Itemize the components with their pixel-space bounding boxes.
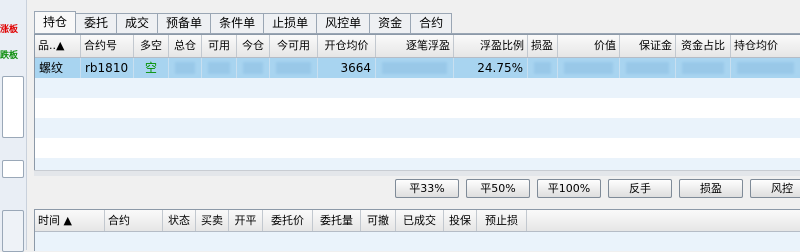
tab-orders[interactable]: 委托 [75, 13, 118, 33]
col-open-close[interactable]: 开平 [229, 210, 263, 231]
col-buy-sell[interactable]: 买卖 [196, 210, 229, 231]
cell-available [202, 58, 237, 78]
positions-header: 品..▲ 合约号 多空 总仓 可用 今仓 今可用 开仓均价 逐笔浮盈 浮盈比例 … [35, 35, 800, 58]
col-direction[interactable]: 多空 [134, 35, 169, 57]
tab-conditional-orders[interactable]: 条件单 [210, 13, 265, 33]
close-33-button[interactable]: 平33% [395, 179, 459, 198]
cell-margin [620, 58, 676, 78]
cell-total [169, 58, 202, 78]
col-today-available[interactable]: 今可用 [270, 35, 318, 57]
side-panel-button[interactable] [2, 160, 24, 178]
tab-contracts[interactable]: 合约 [410, 13, 453, 33]
cell-direction: 空 [134, 58, 169, 78]
cell-today-available [270, 58, 318, 78]
cell-avg-open-price: 3664 [318, 58, 376, 78]
col-status[interactable]: 状态 [163, 210, 196, 231]
col-floating-pnl-ratio[interactable]: 浮盈比例 [454, 35, 528, 57]
profit-loss-button[interactable]: 损盈 [679, 179, 743, 198]
cell-today [237, 58, 270, 78]
col-total[interactable]: 总仓 [169, 35, 202, 57]
tab-positions[interactable]: 持仓 [34, 11, 77, 33]
cell-product: 螺纹 [35, 58, 81, 78]
col-product[interactable]: 品..▲ [35, 35, 81, 57]
cell-floating-pnl-ratio: 24.75% [454, 58, 528, 78]
orders-body [35, 232, 800, 251]
cell-profit-loss [528, 58, 558, 78]
side-panel: 涨板 跌板 [0, 0, 27, 252]
position-row[interactable]: 螺纹 rb1810 空 3664 24.75% [35, 58, 800, 78]
col-time[interactable]: 时间 ▲ [35, 210, 105, 231]
col-floating-pnl[interactable]: 逐笔浮盈 [376, 35, 454, 57]
cell-avg-position-price [731, 58, 800, 78]
tab-funds[interactable]: 资金 [369, 13, 412, 33]
col-pre-stop-loss[interactable]: 预止损 [477, 210, 527, 231]
tab-stop-loss-orders[interactable]: 止损单 [263, 13, 318, 33]
tab-risk-control-orders[interactable]: 风控单 [316, 13, 371, 33]
col-available[interactable]: 可用 [202, 35, 237, 57]
orders-header: 时间 ▲ 合约 状态 买卖 开平 委托价 委托量 可撤 已成交 投保 预止损 [35, 210, 800, 232]
col-contract[interactable]: 合约号 [81, 35, 134, 57]
col-margin[interactable]: 保证金 [620, 35, 676, 57]
orders-table: 时间 ▲ 合约 状态 买卖 开平 委托价 委托量 可撤 已成交 投保 预止损 [34, 209, 800, 251]
close-100-button[interactable]: 平100% [537, 179, 601, 198]
col-fund-ratio[interactable]: 资金占比 [676, 35, 731, 57]
cell-value [558, 58, 620, 78]
reverse-button[interactable]: 反手 [608, 179, 672, 198]
col-order-contract[interactable]: 合约 [105, 210, 163, 231]
col-profit-loss[interactable]: 损盈 [528, 35, 558, 57]
col-filled[interactable]: 已成交 [396, 210, 444, 231]
tab-bar: 持仓 委托 成交 预备单 条件单 止损单 风控单 资金 合约 [34, 11, 453, 33]
close-50-button[interactable]: 平50% [466, 179, 530, 198]
col-order-qty[interactable]: 委托量 [313, 210, 361, 231]
col-value[interactable]: 价值 [558, 35, 620, 57]
col-order-price[interactable]: 委托价 [263, 210, 313, 231]
col-today[interactable]: 今仓 [237, 35, 270, 57]
horizontal-scrollbar[interactable] [34, 170, 800, 176]
cell-contract: rb1810 [81, 58, 134, 78]
col-avg-position-price[interactable]: 持仓均价 [731, 35, 800, 57]
limit-down-label: 跌板 [0, 51, 19, 61]
positions-table: 品..▲ 合约号 多空 总仓 可用 今仓 今可用 开仓均价 逐笔浮盈 浮盈比例 … [34, 34, 800, 176]
tab-trades[interactable]: 成交 [116, 13, 159, 33]
empty-rows [35, 78, 800, 175]
position-actions: 平33% 平50% 平100% 反手 损盈 风控 [395, 179, 800, 199]
side-panel-box[interactable] [2, 76, 24, 138]
risk-control-button[interactable]: 风控 [750, 179, 800, 198]
col-cancelable[interactable]: 可撤 [361, 210, 396, 231]
side-panel-lower [2, 210, 24, 252]
tab-prepared-orders[interactable]: 预备单 [157, 13, 212, 33]
col-hedge[interactable]: 投保 [444, 210, 477, 231]
col-avg-open-price[interactable]: 开仓均价 [318, 35, 376, 57]
cell-fund-ratio [676, 58, 731, 78]
cell-floating-pnl [376, 58, 454, 78]
limit-up-label: 涨板 [0, 25, 19, 35]
